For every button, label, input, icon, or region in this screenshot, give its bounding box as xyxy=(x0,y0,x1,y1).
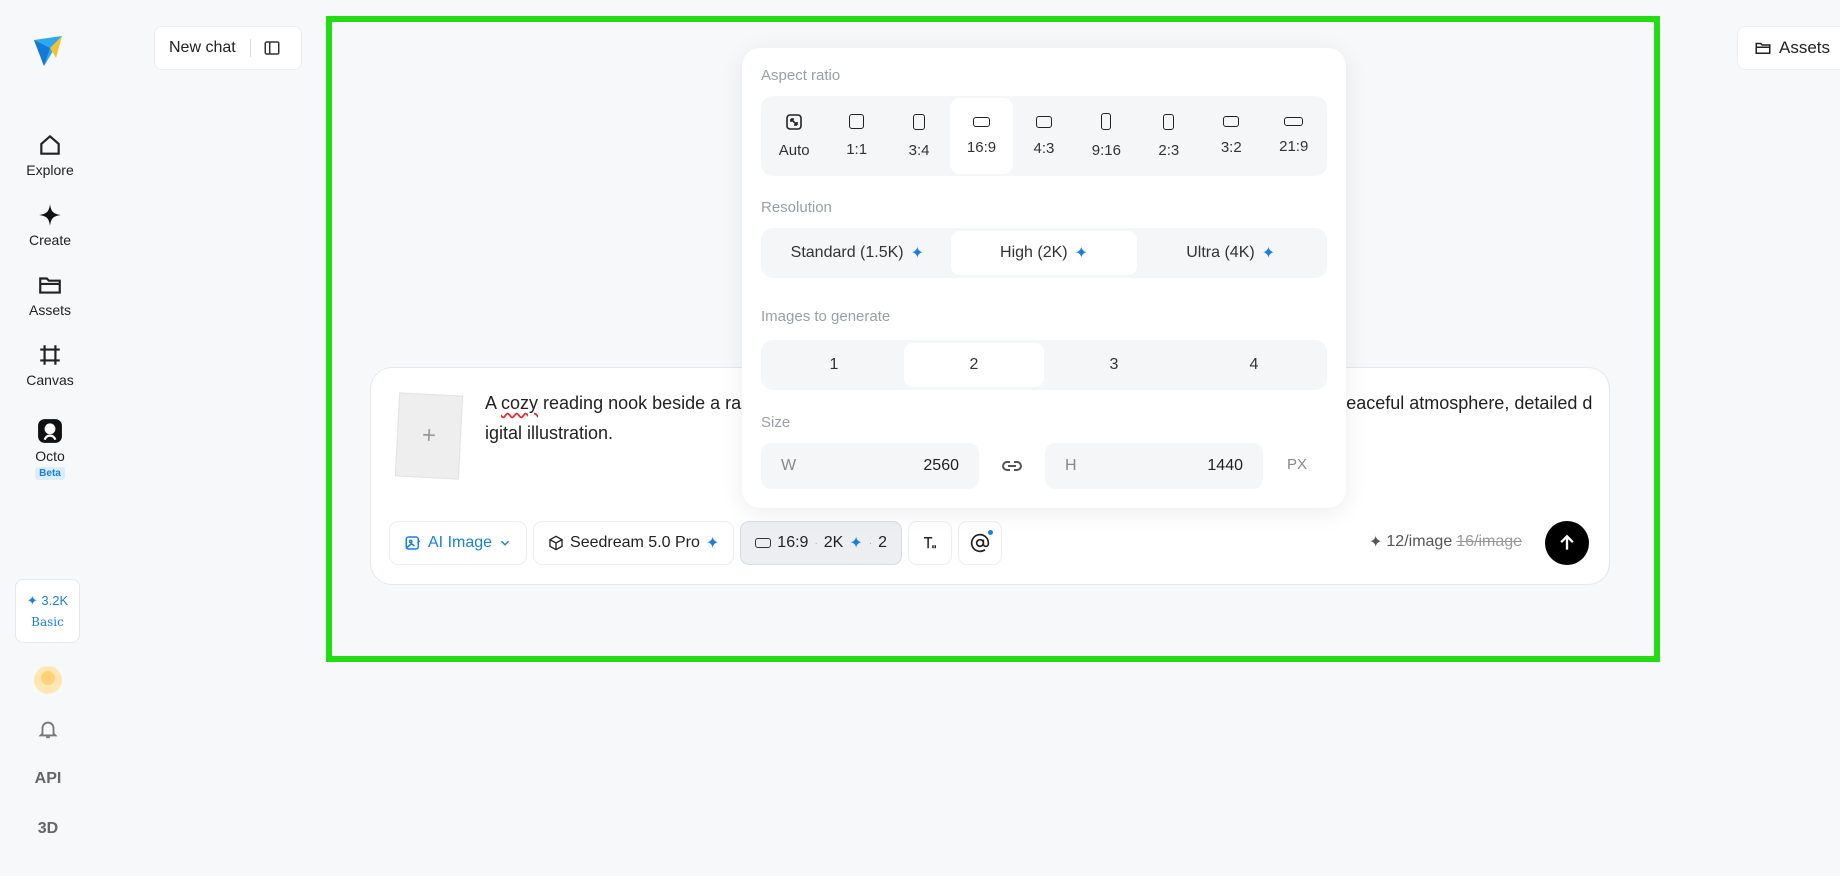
assets-label: Assets xyxy=(1779,38,1831,57)
api-button[interactable]: API xyxy=(0,770,96,788)
nav-explore-label: Explore xyxy=(26,162,74,178)
folder-icon xyxy=(1755,42,1771,54)
folder-icon xyxy=(39,277,61,294)
nav-assets[interactable]: Assets xyxy=(0,272,100,318)
assets-button[interactable]: Assets xyxy=(1737,26,1840,70)
logo-icon[interactable] xyxy=(30,32,66,68)
highlight-frame xyxy=(326,16,1660,662)
3d-button[interactable]: 3D xyxy=(0,820,96,838)
new-chat-label: New chat xyxy=(169,39,236,56)
credit-sparkle-icon: ✦ xyxy=(26,593,38,608)
nav-canvas[interactable]: Canvas xyxy=(0,342,100,388)
frame-icon xyxy=(40,345,60,365)
nav-octo[interactable]: Octo Beta xyxy=(0,418,100,480)
nav-assets-label: Assets xyxy=(28,302,71,318)
home-icon xyxy=(40,134,60,155)
nav-octo-label: Octo xyxy=(35,448,65,464)
new-chat-button[interactable]: New chat xyxy=(154,26,302,70)
sparkle-icon xyxy=(39,204,61,226)
nav-explore[interactable]: Explore xyxy=(0,132,100,178)
sidebar-toggle-icon[interactable] xyxy=(263,39,281,57)
credits-card[interactable]: ✦ 3.2K Basic xyxy=(15,579,80,643)
plan-label: Basic xyxy=(31,615,64,629)
nav-create-label: Create xyxy=(28,232,72,248)
nav-canvas-label: Canvas xyxy=(26,372,74,388)
sidebar: Explore Create Assets Canvas Octo Beta ✦… xyxy=(0,0,100,876)
avatar[interactable] xyxy=(34,666,62,694)
octo-icon xyxy=(38,419,62,443)
credits-amount: 3.2K xyxy=(41,593,69,608)
nav-create[interactable]: Create xyxy=(0,202,100,248)
beta-badge: Beta xyxy=(35,467,65,480)
divider xyxy=(249,39,251,57)
bell-icon[interactable] xyxy=(37,718,59,740)
